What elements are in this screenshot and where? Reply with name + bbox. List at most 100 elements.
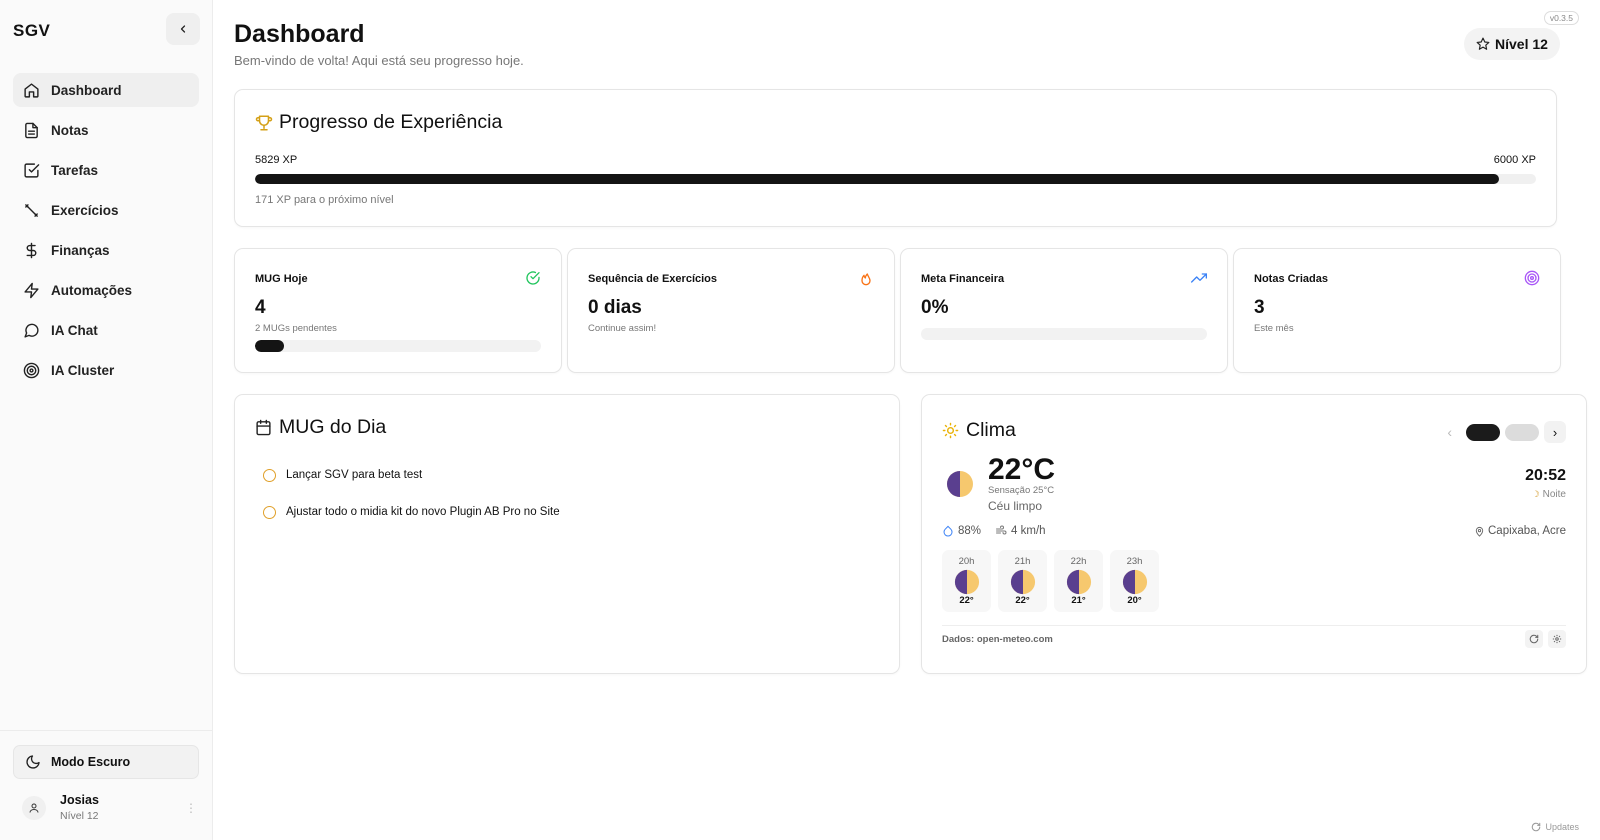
stat-sub: 2 MUGs pendentes [255,323,337,334]
weather-feels-like: Sensação 25°C [988,485,1055,496]
map-pin-icon [1475,526,1484,537]
calendar-icon [256,419,271,436]
sidebar-item-financas[interactable]: Finanças [13,233,199,267]
checkbox-icon [24,162,40,178]
brand-logo[interactable]: SGV [13,21,50,41]
weather-location: Capixaba, Acre [1474,525,1566,537]
xp-target: 6000 XP [1493,154,1536,166]
sidebar-item-label: IA Chat [51,322,98,338]
user-profile[interactable]: Josias Nível 12 ⋮ [22,793,197,822]
xp-title-text: Progresso de Experiência [279,111,503,133]
sidebar-item-label: Finanças [51,242,110,258]
sidebar-item-exercicios[interactable]: Exercícios [13,193,199,227]
main-content: Dashboard Bem-vindo de volta! Aqui está … [213,0,1600,840]
xp-current: 5829 XP [255,154,298,166]
gear-icon [1552,634,1562,644]
sidebar-item-label: Tarefas [51,162,99,178]
sidebar-item-automacoes[interactable]: Automações [13,273,199,307]
sun-icon [942,422,959,439]
crescent-moon-icon: ☽ [1531,489,1540,499]
stat-sub: Este mês [1254,323,1294,334]
dumbbell-icon [25,203,38,217]
stat-value: 0% [921,297,949,318]
droplet-icon [943,525,953,537]
weather-description: Céu limpo [988,499,1043,513]
weather-title-text: Clima [966,419,1016,441]
stat-label: Meta Financeira [921,273,1005,285]
hourly-item: 20h 22° [942,550,991,612]
stat-card-exercise-streak: Sequência de Exercícios 0 dias Continue … [567,248,895,373]
weather-settings-button[interactable] [1548,630,1566,648]
star-icon [1476,37,1490,50]
weather-humidity: 88% [958,525,982,537]
moon-phase-icon [1122,569,1147,595]
dark-mode-label: Modo Escuro [51,755,131,769]
stat-value: 3 [1254,297,1265,318]
chat-icon [24,323,39,338]
hourly-temp: 22° [1015,595,1030,606]
weather-period-text: Noite [1542,489,1566,500]
trending-up-icon [1191,273,1207,283]
mug-item-text: Lançar SGV para beta test [286,469,423,481]
weather-carousel-controls: ‹ › [1447,421,1566,443]
weather-wind: 4 km/h [1011,525,1046,537]
stat-value: 4 [255,297,266,318]
weather-meta: 88% 4 km/h [942,525,1046,537]
collapse-sidebar-button[interactable] [166,13,200,45]
hourly-forecast: 20h 22° 21h 22° 22h 21° 23h 20° [942,550,1166,612]
stat-card-notes: Notas Criadas 3 Este mês [1233,248,1561,373]
moon-phase-icon [1066,569,1091,595]
sidebar-item-label: Exercícios [51,202,119,218]
page-subtitle: Bem-vindo de volta! Aqui está seu progre… [234,53,524,68]
xp-progress-fill [255,174,1500,184]
weather-card: Clima ‹ › 22°C Sensação 25°C Céu limpo 2… [921,394,1587,674]
hourly-temp: 22° [959,595,974,606]
stat-progress-fill [255,340,284,352]
moon-phase-icon [1010,569,1035,595]
sidebar-item-ia-chat[interactable]: IA Chat [13,313,199,347]
sidebar: SGV Dashboard Notas Tarefas Exercícios F… [0,0,213,840]
updates-link[interactable]: Updates [1531,822,1579,832]
weather-temperature: 22°C [988,453,1056,486]
more-vertical-icon[interactable]: ⋮ [185,801,197,815]
weather-location-text: Capixaba, Acre [1488,525,1566,537]
xp-note: 171 XP para o próximo nível [255,194,394,206]
sidebar-item-tarefas[interactable]: Tarefas [13,153,199,187]
sidebar-item-dashboard[interactable]: Dashboard [13,73,199,107]
sidebar-item-ia-cluster[interactable]: IA Cluster [13,353,199,387]
user-icon [29,803,39,813]
weather-actions [1520,630,1566,648]
mug-card-title: MUG do Dia [255,416,386,439]
hourly-hour: 21h [1014,556,1031,567]
weather-period: ☽ Noite [1532,489,1566,500]
mug-card: MUG do Dia Lançar SGV para beta test Aju… [234,394,900,674]
chevron-right-icon[interactable]: › [1544,421,1566,443]
mug-checkbox[interactable] [263,505,276,519]
xp-card-title: Progresso de Experiência [255,111,502,134]
stat-label: MUG Hoje [255,273,308,285]
hourly-hour: 22h [1070,556,1087,567]
mug-checkbox[interactable] [263,468,276,482]
hourly-item: 22h 21° [1054,550,1103,612]
hourly-hour: 23h [1126,556,1143,567]
hourly-item: 21h 22° [998,550,1047,612]
stat-progress-bar [255,340,541,352]
chevron-left-icon[interactable]: ‹ [1447,424,1452,440]
stat-card-mug: MUG Hoje 4 2 MUGs pendentes [234,248,562,373]
xp-progress-bar [255,174,1536,184]
updates-label: Updates [1545,822,1579,832]
level-badge: Nível 12 [1464,28,1560,60]
carousel-indicator[interactable] [1505,423,1539,441]
bolt-icon [24,282,39,298]
carousel-indicator-active[interactable] [1466,423,1500,441]
mug-list-item[interactable]: Ajustar todo o midia kit do novo Plugin … [263,502,560,522]
moon-phase-icon [947,471,973,497]
home-icon [24,82,39,98]
dollar-icon [26,242,37,258]
hourly-hour: 20h [958,556,975,567]
dark-mode-button[interactable]: Modo Escuro [13,745,199,779]
sidebar-nav: Dashboard Notas Tarefas Exercícios Finan… [13,73,199,393]
refresh-weather-button[interactable] [1525,630,1543,648]
mug-list-item[interactable]: Lançar SGV para beta test [263,465,560,485]
sidebar-item-notas[interactable]: Notas [13,113,199,147]
